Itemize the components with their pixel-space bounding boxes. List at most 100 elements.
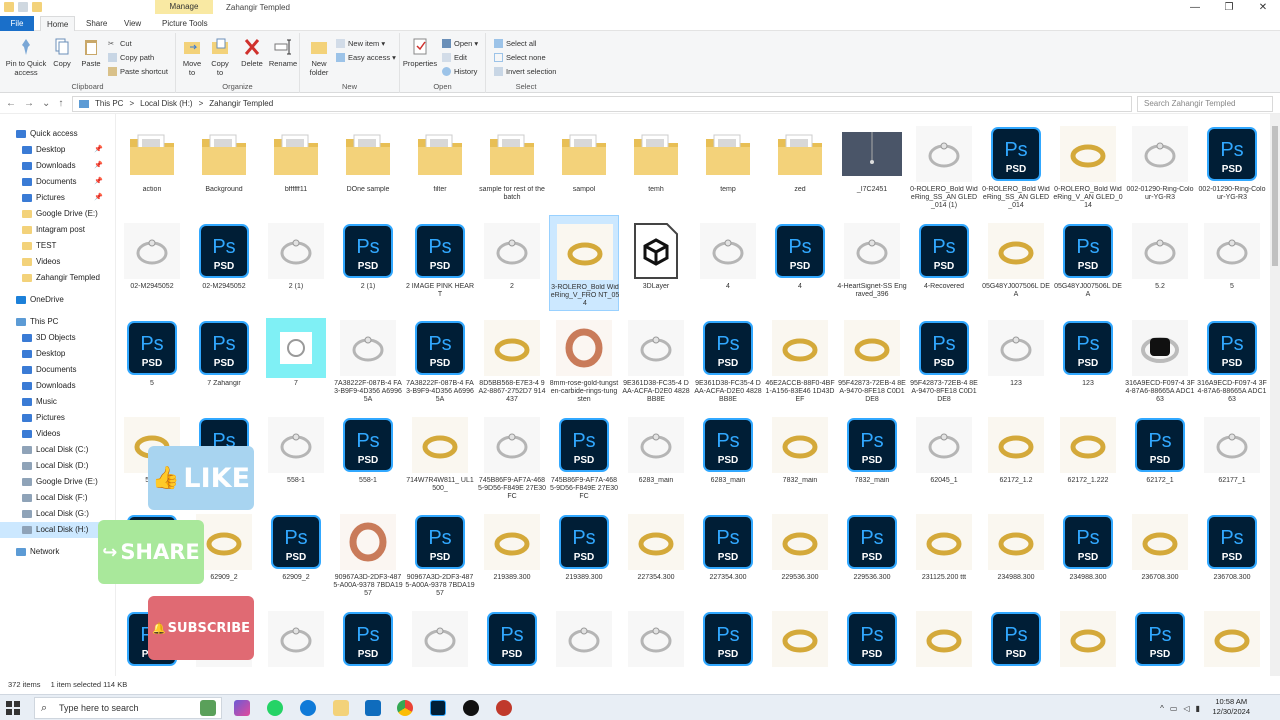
psd-file-item[interactable]: Ps PSD 9E361D38-FC35-4 DAA-ACFA-D2E0 4828B… xyxy=(693,312,763,408)
psd-file-item[interactable]: Ps PSD 95F42873-72EB-4 8EA-9470-8FE18 C0D1… xyxy=(909,312,979,408)
psd-file-item[interactable]: Ps PSD xyxy=(693,603,763,676)
taskbar-search-input[interactable]: ⌕ Type here to search xyxy=(34,697,222,719)
psd-file-item[interactable]: Ps PSD 90967A3D-2DF3-4875-A00A-9378 7BDA19… xyxy=(405,506,475,602)
folder-item[interactable]: sample for rest of the batch xyxy=(477,118,547,214)
clock[interactable]: 10:58 AM 12/30/2024 xyxy=(1212,697,1250,717)
file-item[interactable]: 236708.300 xyxy=(1125,506,1195,602)
task-view-icon[interactable] xyxy=(200,700,216,716)
upwork-icon[interactable] xyxy=(463,700,479,716)
paste-button[interactable]: Paste xyxy=(78,37,104,68)
outlook-icon[interactable] xyxy=(365,700,381,716)
close-button[interactable]: ✕ xyxy=(1246,0,1280,16)
tab-file[interactable]: File xyxy=(0,16,34,31)
address-bar[interactable]: This PC > Local Disk (H:) > Zahangir Tem… xyxy=(72,96,1132,112)
nav-item-videos[interactable]: Videos xyxy=(0,254,115,270)
windows-start-icon[interactable] xyxy=(6,701,20,715)
nav-item-3d-objects[interactable]: 3D Objects xyxy=(0,330,115,346)
back-button[interactable]: ← xyxy=(6,98,16,109)
maximize-button[interactable]: ❐ xyxy=(1212,0,1246,16)
psd-file-item[interactable]: Ps PSD 7832_main xyxy=(837,409,907,505)
app-icon[interactable] xyxy=(496,700,512,716)
psd-file-item[interactable]: Ps PSD 745B86F9-AF7A-4685-9D56-F849E 27E30… xyxy=(549,409,619,505)
file-item[interactable]: 62172_1.222 xyxy=(1053,409,1123,505)
select-none-button[interactable]: Select none xyxy=(494,52,546,63)
nav-item-test[interactable]: TEST xyxy=(0,238,115,254)
chevron-up-icon[interactable]: ^ xyxy=(1160,704,1164,713)
psd-file-item[interactable]: Ps PSD 234988.300 xyxy=(1053,506,1123,602)
copy-path-button[interactable]: Copy path xyxy=(108,52,154,63)
search-input[interactable]: Search Zahangir Templed xyxy=(1137,96,1273,112)
file-item[interactable]: 0-ROLERO_Bold WideRing_SS_AN GLED_014 (1… xyxy=(909,118,979,214)
file-item[interactable]: 219389.300 xyxy=(477,506,547,602)
file-item[interactable]: 3-ROLERO_Bold WideRing_V_FRO NT_054 xyxy=(549,215,619,311)
file-item[interactable]: 4-HeartSignet-SS Engraved_396 xyxy=(837,215,907,311)
psd-file-item[interactable]: Ps PSD 0-ROLERO_Bold WideRing_SS_AN GLED_0… xyxy=(981,118,1051,214)
file-item[interactable]: 2 (1) xyxy=(261,215,331,311)
psd-file-item[interactable]: Ps PSD xyxy=(1125,603,1195,676)
file-item[interactable] xyxy=(765,603,835,676)
nav-item-google-drive-e-[interactable]: Google Drive (E:) xyxy=(0,206,115,222)
file-item[interactable]: _I7C2451 xyxy=(837,118,907,214)
forward-button[interactable]: → xyxy=(24,98,34,109)
tab-view[interactable]: View xyxy=(118,16,147,31)
breadcrumb-current-folder[interactable]: Zahangir Templed xyxy=(209,97,273,111)
folder-item[interactable]: sampol xyxy=(549,118,619,214)
nav-item-local-disk-c-[interactable]: Local Disk (C:) xyxy=(0,442,115,458)
breadcrumb-separator[interactable]: > xyxy=(199,97,204,111)
file-item[interactable]: 231125.200 ttt xyxy=(909,506,979,602)
psd-file-item[interactable]: Ps PSD 7 Zahangir xyxy=(189,312,259,408)
folder-item[interactable]: temh xyxy=(621,118,691,214)
file-item[interactable]: 234988.300 xyxy=(981,506,1051,602)
invert-selection-button[interactable]: Invert selection xyxy=(494,66,556,77)
psd-file-item[interactable]: Ps PSD 558-1 xyxy=(333,409,403,505)
folder-item[interactable]: bffffff11 xyxy=(261,118,331,214)
file-item[interactable]: 229536.300 xyxy=(765,506,835,602)
manage-contextual-tab[interactable]: Manage xyxy=(155,0,213,14)
folder-icon[interactable] xyxy=(4,2,14,12)
file-item[interactable]: 745B86F9-AF7A-4685-9D56-F849E 27E30FC xyxy=(477,409,547,505)
psd-file-item[interactable]: Ps PSD 227354.300 xyxy=(693,506,763,602)
psd-file-item[interactable]: Ps PSD 5 xyxy=(117,312,187,408)
move-to-button[interactable]: Move to xyxy=(180,37,204,77)
file-item[interactable] xyxy=(261,603,331,676)
photoshop-icon[interactable] xyxy=(430,700,446,716)
nav-item-local-disk-g-[interactable]: Local Disk (G:) xyxy=(0,506,115,522)
file-item[interactable]: 62172_1.2 xyxy=(981,409,1051,505)
nav-onedrive[interactable]: OneDrive xyxy=(0,292,115,308)
file-item[interactable] xyxy=(1197,603,1267,676)
network-icon[interactable]: ▭ xyxy=(1170,704,1178,713)
file-item[interactable]: 95F42873-72EB-4 8EA-9470-8FE18 C0D1DE8 xyxy=(837,312,907,408)
minimize-button[interactable]: — xyxy=(1178,0,1212,16)
nav-item-desktop[interactable]: Desktop xyxy=(0,346,115,362)
file-item[interactable]: 5.2 xyxy=(1125,215,1195,311)
breadcrumb-separator[interactable]: > xyxy=(129,97,134,111)
copilot-icon[interactable] xyxy=(234,700,250,716)
file-item[interactable]: 02-M2945052 xyxy=(117,215,187,311)
psd-file-item[interactable]: Ps PSD xyxy=(981,603,1051,676)
file-item[interactable] xyxy=(909,603,979,676)
delete-button[interactable]: Delete xyxy=(238,37,266,68)
file-item[interactable]: 7832_main xyxy=(765,409,835,505)
edge-icon[interactable] xyxy=(300,700,316,716)
psd-file-item[interactable]: Ps PSD 62909_2 xyxy=(261,506,331,602)
psd-file-item[interactable]: Ps PSD 219389.300 xyxy=(549,506,619,602)
nav-item-music[interactable]: Music xyxy=(0,394,115,410)
file-item[interactable] xyxy=(405,603,475,676)
psd-file-item[interactable]: Ps PSD 2 IMAGE PINK HEART xyxy=(405,215,475,311)
psd-file-item[interactable]: Ps PSD xyxy=(837,603,907,676)
nav-item-downloads[interactable]: Downloads 📌 xyxy=(0,158,115,174)
file-item[interactable]: 8mm-rose-gold-tungsten-carbide-rings-tun… xyxy=(549,312,619,408)
copy-button[interactable]: Copy xyxy=(50,37,74,68)
volume-icon[interactable]: ◁ xyxy=(1183,704,1189,713)
rename-button[interactable]: Rename xyxy=(268,37,298,68)
new-folder-icon[interactable] xyxy=(32,2,42,12)
tab-home[interactable]: Home xyxy=(40,16,76,31)
nav-item-documents[interactable]: Documents 📌 xyxy=(0,174,115,190)
psd-file-item[interactable]: Ps PSD xyxy=(333,603,403,676)
psd-file-item[interactable]: Ps PSD 02-M2945052 xyxy=(189,215,259,311)
file-item[interactable]: 7 xyxy=(261,312,331,408)
properties-button[interactable]: Properties xyxy=(402,37,438,68)
file-item[interactable]: 46E2ACCB-88F0-4BF1-A156-83E46 1D43DEF xyxy=(765,312,835,408)
folder-item[interactable]: Background xyxy=(189,118,259,214)
psd-file-item[interactable]: Ps PSD 05G48YJ007506L DEA xyxy=(1053,215,1123,311)
